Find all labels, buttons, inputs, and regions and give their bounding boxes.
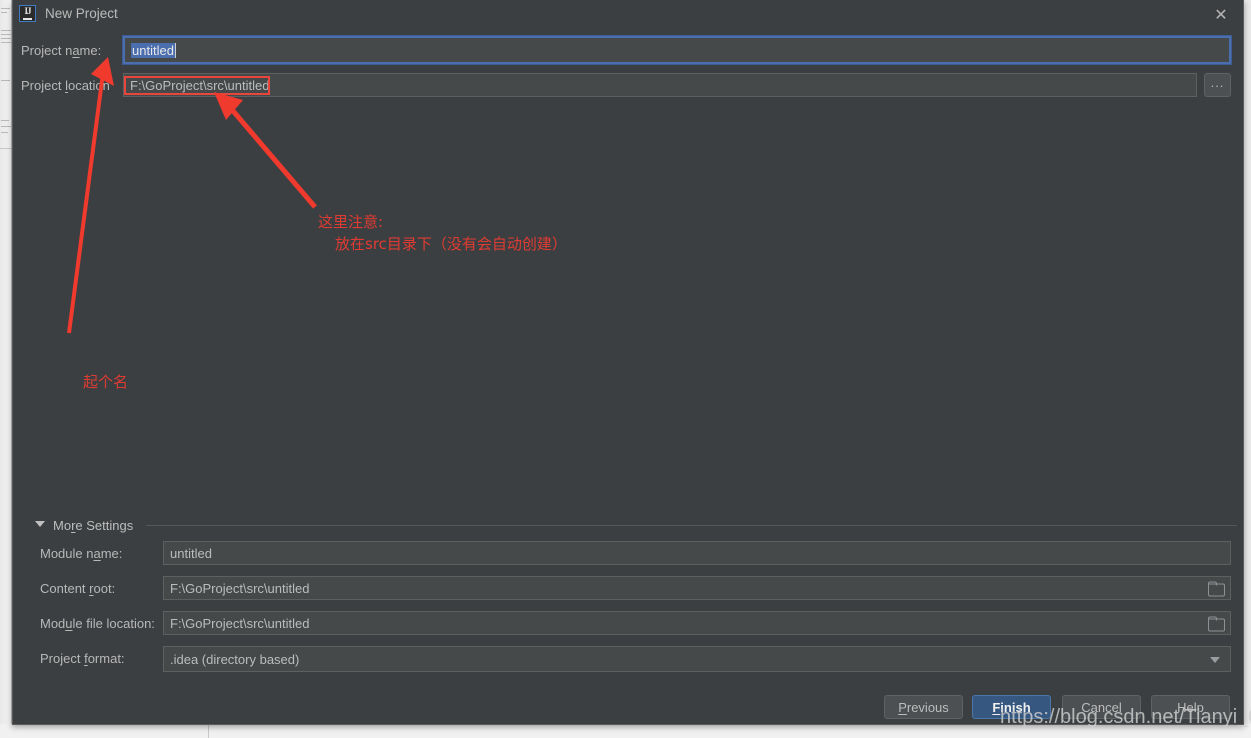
project-location-input[interactable]: F:\GoProject\src\untitled: [123, 73, 1197, 97]
more-settings-separator: [146, 525, 1237, 526]
dialog-titlebar: IJ New Project ✕: [13, 0, 1243, 29]
new-project-dialog: IJ New Project ✕ Project name: untitled …: [12, 0, 1244, 725]
module-name-value: untitled: [170, 545, 212, 561]
module-name-input[interactable]: untitled: [163, 541, 1231, 565]
project-format-label: Project format:: [40, 651, 125, 666]
intellij-idea-icon: IJ: [19, 5, 36, 22]
background-ide-bottom-divider: [208, 724, 209, 738]
project-location-label: Project location: [21, 78, 110, 93]
dialog-title: New Project: [45, 6, 118, 21]
background-ide-right-strip: [1243, 0, 1251, 726]
chevron-down-icon[interactable]: [1210, 657, 1220, 663]
folder-icon[interactable]: [1208, 616, 1225, 632]
content-root-value: F:\GoProject\src\untitled: [170, 580, 310, 596]
browse-location-button[interactable]: ...: [1204, 73, 1231, 97]
project-name-label: Project name:: [21, 43, 102, 58]
background-ide-ghost-content: [0, 0, 12, 230]
project-format-select[interactable]: .idea (directory based): [163, 646, 1231, 672]
module-name-label: Module name:: [40, 546, 123, 561]
close-icon[interactable]: ✕: [1209, 4, 1233, 26]
watermark-url: https://blog.csdn.net/Tianyi_0801i: [1000, 706, 1251, 728]
project-location-value: F:\GoProject\src\untitled: [130, 77, 270, 93]
chevron-down-icon[interactable]: [35, 521, 45, 527]
previous-button[interactable]: Previous: [884, 695, 963, 719]
module-file-location-label: Module file location:: [40, 616, 155, 631]
project-name-value: untitled: [131, 42, 175, 58]
project-format-value: .idea (directory based): [170, 651, 300, 667]
more-settings-toggle[interactable]: More Settings: [53, 518, 133, 533]
folder-icon[interactable]: [1208, 581, 1225, 597]
text-caret: [174, 42, 176, 58]
project-name-input[interactable]: untitled: [122, 35, 1232, 65]
content-root-input[interactable]: F:\GoProject\src\untitled: [163, 576, 1231, 600]
module-file-location-value: F:\GoProject\src\untitled: [170, 615, 310, 631]
content-root-label: Content root:: [40, 581, 116, 596]
ellipsis-icon: ...: [1210, 74, 1225, 90]
module-file-location-input[interactable]: F:\GoProject\src\untitled: [163, 611, 1231, 635]
